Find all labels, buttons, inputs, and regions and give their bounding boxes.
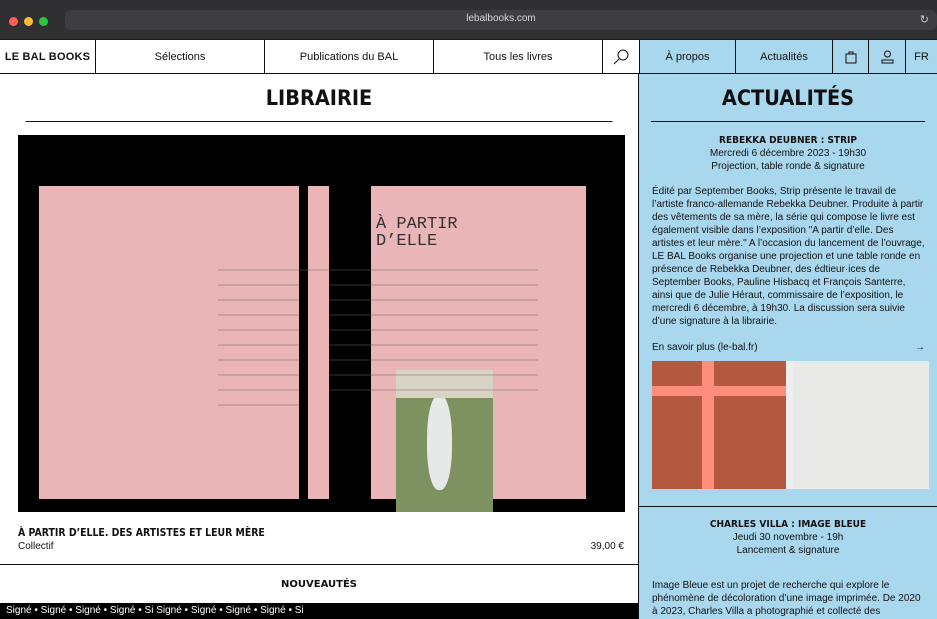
reload-icon[interactable]: ↻ <box>920 13 929 26</box>
event-separator <box>639 506 937 507</box>
event-type: Projection, table ronde & signature <box>711 161 865 172</box>
bookstore-panel: LIBRAIRIE À PARTIR D’ELLE À PARTIR D’ELL… <box>0 74 639 619</box>
product-title[interactable]: À PARTIR D’ELLE. DES ARTISTES ET LEUR MÈ… <box>18 526 265 539</box>
product-author: Collectif <box>18 541 54 552</box>
account-icon[interactable] <box>869 40 906 73</box>
news-panel: ACTUALITÉS REBEKKA DEUBNER : STRIP Mercr… <box>639 74 937 619</box>
event-date: Mercredi 6 décembre 2023 - 19h30 <box>709 148 867 159</box>
event-rebekka-deubner: REBEKKA DEUBNER : STRIP Mercredi 6 décem… <box>639 122 937 173</box>
maximize-window-button[interactable] <box>39 17 48 26</box>
language-switch[interactable]: FR <box>906 40 937 73</box>
event-description: Édité par September Books, Strip présent… <box>652 186 925 327</box>
event-link[interactable]: En savoir plus (le-bal.fr) → <box>639 328 937 353</box>
arrow-right-icon[interactable]: → <box>915 342 925 353</box>
news-heading: ACTUALITÉS <box>650 74 926 122</box>
cover-lines <box>218 269 538 406</box>
event-charles-villa: CHARLES VILLA : IMAGE BLEUE Jeudi 30 nov… <box>639 514 937 557</box>
close-window-button[interactable] <box>9 17 18 26</box>
signed-ticker: Signé • Signé • Signé • Signé • Si Signé… <box>0 603 638 619</box>
nav-publications[interactable]: Publications du BAL <box>265 40 434 73</box>
page-title: LIBRAIRIE <box>25 74 613 122</box>
ticker-text: Signé • Signé • Signé • Signé • Si Signé… <box>6 605 304 616</box>
search-icon[interactable] <box>603 40 640 73</box>
product-price: 39,00 € <box>590 541 624 552</box>
address-bar[interactable]: lebalbooks.com ↻ <box>65 10 937 30</box>
main-navigation: LE BAL BOOKS Sélections Publications du … <box>0 40 937 74</box>
product-image[interactable]: À PARTIR D’ELLE <box>18 135 625 512</box>
nav-selections[interactable]: Sélections <box>96 40 265 73</box>
new-releases-heading[interactable]: NOUVEAUTÉS <box>0 564 638 604</box>
minimize-window-button[interactable] <box>24 17 33 26</box>
site-logo[interactable]: LE BAL BOOKS <box>0 40 96 73</box>
browser-chrome: lebalbooks.com ↻ <box>0 0 937 40</box>
url-text: lebalbooks.com <box>466 13 536 24</box>
event-image[interactable] <box>652 361 929 489</box>
event-date: Jeudi 30 novembre - 19h <box>732 532 844 543</box>
read-more-link[interactable]: En savoir plus (le-bal.fr) <box>652 342 758 353</box>
event-description: Image Bleue est un projet de recherche q… <box>652 580 921 617</box>
nav-about[interactable]: À propos <box>640 40 736 73</box>
event-type: Lancement & signature <box>736 545 840 556</box>
cart-icon[interactable] <box>833 40 869 73</box>
nav-all-books[interactable]: Tous les livres <box>434 40 603 73</box>
event-title[interactable]: REBEKKA DEUBNER : STRIP <box>654 134 922 147</box>
event-title[interactable]: CHARLES VILLA : IMAGE BLEUE <box>654 518 922 531</box>
nav-news[interactable]: Actualités <box>736 40 833 73</box>
